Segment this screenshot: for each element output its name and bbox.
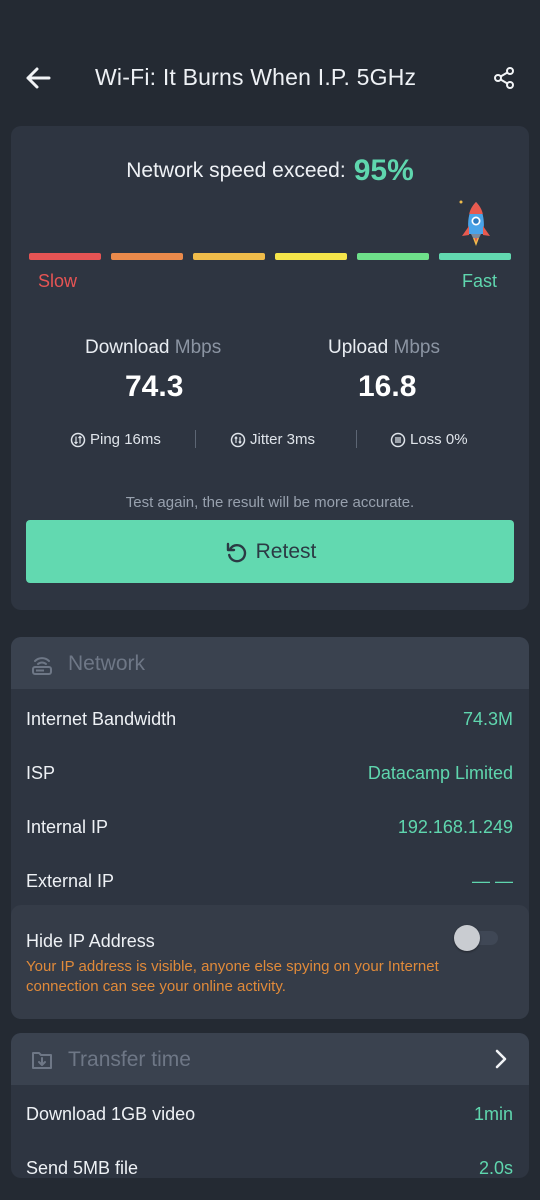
loss-text: Loss 0%: [410, 431, 468, 448]
app-bar: Wi-Fi: It Burns When I.P. 5GHz: [0, 0, 540, 120]
download-label-text: Download: [85, 337, 170, 358]
internal-ip-label: Internal IP: [26, 817, 109, 837]
speed-exceed-percent: 95%: [353, 154, 414, 187]
bandwidth-label: Internet Bandwidth: [26, 709, 177, 729]
upload-value: 16.8: [358, 370, 417, 403]
gauge-segment: [29, 253, 101, 260]
gauge-segment: [111, 253, 183, 260]
gauge-segment: [193, 253, 265, 260]
back-button[interactable]: [22, 62, 54, 94]
share-button[interactable]: [488, 62, 520, 94]
loss-icon: [390, 432, 406, 447]
transfer-section-title: Transfer time: [68, 1048, 191, 1071]
hide-ip-title: Hide IP Address: [26, 931, 155, 951]
download-label: Download Mbps: [85, 337, 221, 359]
network-section-header: Network: [11, 637, 529, 689]
speed-exceed-label: Network speed exceed:: [126, 159, 346, 182]
loss-stat: Loss 0%: [390, 431, 468, 448]
speed-exceed-line: Network speed exceed: 95%: [11, 154, 529, 188]
gauge-segment: [275, 253, 347, 260]
retest-label: Retest: [255, 539, 317, 563]
download-value: 74.3: [125, 370, 184, 403]
stat-divider: [356, 430, 357, 448]
hide-ip-panel: Hide IP Address Your IP address is visib…: [11, 905, 529, 1019]
gauge-segment: [439, 253, 511, 260]
network-section-title: Network: [68, 652, 146, 675]
rocket-icon: [459, 200, 490, 246]
download-unit: Mbps: [174, 337, 222, 358]
isp-label: ISP: [26, 763, 56, 783]
download-folder-icon: [32, 1052, 52, 1069]
download-video-label: Download 1GB video: [26, 1104, 196, 1124]
external-ip-value: — —: [471, 871, 513, 891]
speed-result-card: Network speed exceed: 95% Slow Fast Downl…: [11, 126, 529, 610]
fast-label: Fast: [462, 271, 498, 291]
gauge-segment: [357, 253, 429, 260]
refresh-icon: [226, 542, 246, 562]
arrow-left-icon: [26, 67, 51, 89]
slow-label: Slow: [38, 271, 78, 291]
external-ip-label: External IP: [26, 871, 115, 891]
upload-label: Upload Mbps: [328, 337, 440, 359]
download-video-value: 1min: [473, 1104, 513, 1124]
network-card: Network Internet Bandwidth 74.3M ISP Dat…: [11, 637, 529, 1019]
hide-ip-toggle[interactable]: [454, 925, 498, 951]
page-title: Wi-Fi: It Burns When I.P. 5GHz: [95, 64, 417, 90]
retest-button[interactable]: Retest: [26, 520, 514, 583]
send-file-label: Send 5MB file: [26, 1158, 139, 1178]
jitter-stat: Jitter 3ms: [230, 431, 315, 448]
ping-stat: Ping 16ms: [70, 431, 161, 448]
transfer-section-header[interactable]: Transfer time: [11, 1033, 529, 1085]
upload-unit: Mbps: [393, 337, 440, 358]
ping-icon: [70, 432, 86, 447]
jitter-icon: [230, 432, 246, 447]
router-icon: [32, 657, 52, 675]
share-icon: [494, 67, 514, 89]
ping-text: Ping 16ms: [90, 431, 161, 448]
send-file-value: 2.0s: [478, 1158, 513, 1178]
retest-hint: Test again, the result will be more accu…: [125, 494, 415, 511]
internal-ip-value: 192.168.1.249: [397, 817, 513, 837]
toggle-knob: [454, 925, 480, 951]
stat-divider: [195, 430, 196, 448]
bandwidth-value: 74.3M: [462, 709, 513, 729]
jitter-text: Jitter 3ms: [250, 431, 316, 448]
chevron-right-icon[interactable]: [489, 1047, 513, 1071]
transfer-card: Transfer time Download 1GB video 1min Se…: [11, 1033, 529, 1178]
upload-label-text: Upload: [328, 337, 389, 358]
isp-value: Datacamp Limited: [367, 763, 513, 783]
hide-ip-warning: Your IP address is visible, anyone else …: [26, 958, 439, 995]
